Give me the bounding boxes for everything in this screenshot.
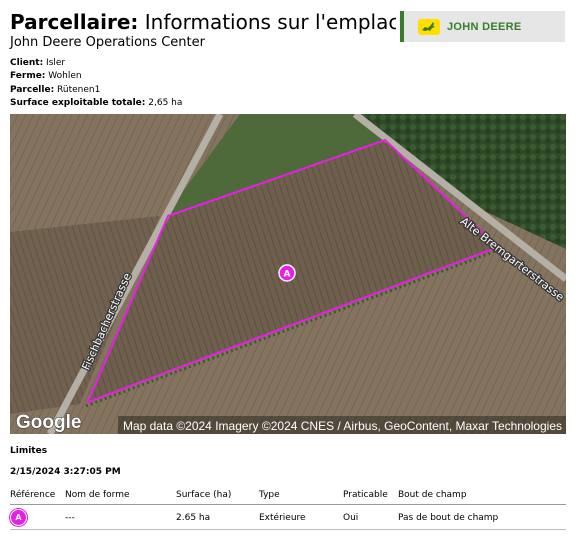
cell-usable: Oui (343, 504, 398, 530)
area-line: Surface exploitable totale: 2,65 ha (10, 97, 183, 108)
parcel-marker-label: A (284, 270, 291, 280)
map-attribution[interactable]: Map data ©2024 Imagery ©2024 CNES / Airb… (123, 419, 562, 433)
col-area: Surface (ha) (176, 490, 259, 505)
john-deere-logo: JOHN DEERE (400, 11, 565, 42)
deer-icon (418, 18, 440, 35)
client-line: Client: Isler (10, 58, 66, 68)
col-type: Type (259, 490, 343, 505)
cell-type: Extérieure (259, 504, 343, 530)
limits-heading: Limites (10, 446, 48, 456)
col-reference: Référence (10, 490, 65, 505)
cell-shape-name: --- (65, 504, 176, 530)
field-info: Client: Isler Ferme: Wohlen Parcelle: Rü… (10, 57, 182, 110)
farm-line: Ferme: Wohlen (10, 71, 82, 82)
page-title: Parcellaire: Informations sur l'emplacem… (10, 10, 396, 34)
reference-badge: A (10, 509, 27, 526)
field-line: Parcelle: Rütenen1 (10, 84, 101, 95)
col-usable: Praticable (343, 490, 398, 505)
col-shape-name: Nom de forme (65, 490, 176, 505)
report-timestamp: 2/15/2024 3:27:05 PM (10, 467, 121, 477)
page-subtitle: John Deere Operations Center (10, 35, 205, 50)
col-headland: Bout de champ (398, 490, 566, 505)
satellite-map[interactable]: Fischbacherstrasse Alte Bremgarterstrass… (10, 114, 566, 434)
report-header: Parcellaire: Informations sur l'emplacem… (10, 8, 570, 52)
cell-area: 2.65 ha (176, 504, 259, 530)
limits-table: Référence Nom de forme Surface (ha) Type… (10, 490, 566, 530)
cell-reference: A (10, 504, 65, 530)
google-logo: Google (16, 412, 81, 433)
table-row: A --- 2.65 ha Extérieure Oui Pas de bout… (10, 504, 566, 530)
cell-headland: Pas de bout de champ (398, 504, 566, 530)
table-header-row: Référence Nom de forme Surface (ha) Type… (10, 490, 566, 505)
parcel-marker[interactable]: A (278, 264, 296, 282)
